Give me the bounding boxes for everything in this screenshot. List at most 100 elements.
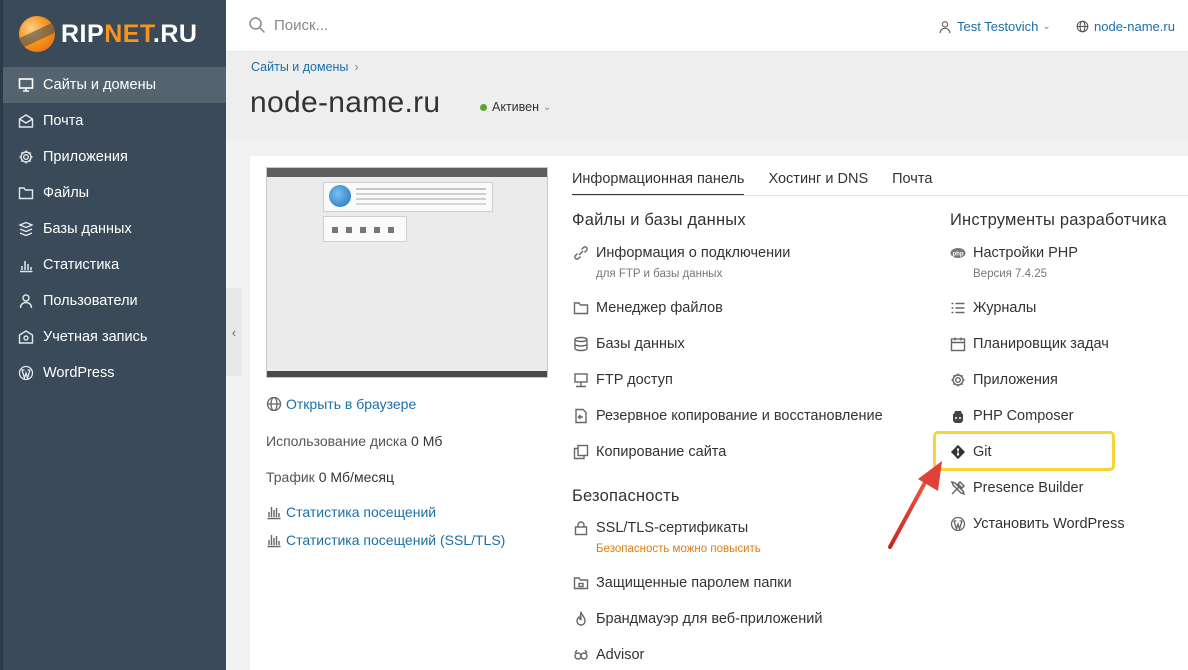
sidebar-item-databases[interactable]: Базы данных <box>3 211 226 247</box>
logs-link[interactable]: Журналы <box>949 299 1036 317</box>
breadcrumb[interactable]: Сайты и домены › <box>251 60 359 74</box>
search-input[interactable]: Поиск... <box>248 16 328 34</box>
git-highlight-box <box>933 431 1115 471</box>
page-title: node-name.ru <box>250 86 441 119</box>
flame-icon <box>572 610 590 628</box>
disk-usage: Использование диска 0 Мб <box>266 433 442 449</box>
sidebar-item-statistics[interactable]: Статистика <box>3 247 226 283</box>
visit-stats-ssl-label: Статистика посещений (SSL/TLS) <box>286 532 506 548</box>
tab-dashboard[interactable]: Информационная панель <box>572 171 745 196</box>
status-label: Активен <box>492 100 540 114</box>
sidebar-nav: Сайты и домены Почта Приложения Файлы Ба… <box>3 67 226 391</box>
advisor-label: Advisor <box>596 647 645 663</box>
file-manager-link[interactable]: Менеджер файлов <box>572 299 723 317</box>
applications-label: Приложения <box>973 372 1058 388</box>
logo-ball-icon <box>19 16 55 52</box>
sidebar-item-files[interactable]: Файлы <box>3 175 226 211</box>
database-icon <box>17 220 35 238</box>
tab-mail[interactable]: Почта <box>892 171 932 196</box>
user-menu[interactable]: Test Testovich ⌄ <box>938 19 1051 34</box>
sidebar-item-label: Файлы <box>43 185 90 201</box>
sidebar-item-users[interactable]: Пользователи <box>3 283 226 319</box>
scheduler-label: Планировщик задач <box>973 336 1109 352</box>
sidebar-item-label: Учетная запись <box>43 329 148 345</box>
ftp-access-link[interactable]: FTP доступ <box>572 371 673 389</box>
logs-label: Журналы <box>973 300 1037 316</box>
sidebar-item-label: Статистика <box>43 257 120 273</box>
tab-hosting-dns[interactable]: Хостинг и DNS <box>768 171 868 196</box>
chevron-down-icon: ⌄ <box>1042 21 1051 32</box>
sidebar-item-label: WordPress <box>43 365 115 381</box>
ssl-certificates-link[interactable]: SSL/TLS-сертификаты <box>572 519 748 537</box>
protected-folders-label: Защищенные паролем папки <box>596 575 792 591</box>
sidebar-item-apps[interactable]: Приложения <box>3 139 226 175</box>
databases-link[interactable]: Базы данных <box>572 335 685 353</box>
ftp-icon <box>572 371 590 389</box>
protected-folders-link[interactable]: Защищенные паролем папки <box>572 574 792 592</box>
copy-icon <box>572 443 590 461</box>
connection-info-link[interactable]: Информация о подключении <box>572 244 790 262</box>
visit-stats-ssl-link[interactable]: Статистика посещений (SSL/TLS) <box>266 532 505 548</box>
tab-bar: Информационная панель Хостинг и DNS Почт… <box>572 171 956 196</box>
calendar-icon <box>949 335 967 353</box>
chart-icon <box>266 532 282 548</box>
advisor-link[interactable]: Advisor <box>572 646 644 664</box>
php-composer-link[interactable]: PHP Composer <box>949 407 1073 425</box>
user-icon <box>939 20 951 33</box>
logo-text: RIPNET.RU <box>61 19 198 48</box>
tools-icon <box>949 479 967 497</box>
ssl-certificates-label: SSL/TLS-сертификаты <box>596 520 749 536</box>
site-copy-link[interactable]: Копирование сайта <box>572 443 726 461</box>
protected-folder-icon <box>572 574 590 592</box>
sidebar-item-label: Базы данных <box>43 221 132 237</box>
security-section-title: Безопасность <box>572 487 680 505</box>
folder-icon <box>572 299 590 317</box>
file-manager-label: Менеджер файлов <box>596 300 723 316</box>
scheduler-link[interactable]: Планировщик задач <box>949 335 1109 353</box>
wordpress-icon <box>17 364 35 382</box>
disk-usage-value: 0 Мб <box>411 433 443 449</box>
mail-icon <box>17 112 35 130</box>
open-in-browser-label: Открыть в браузере <box>286 396 417 412</box>
logo[interactable]: RIPNET.RU <box>19 14 197 54</box>
preview-bottom-bar <box>267 371 547 377</box>
ssl-warning[interactable]: Безопасность можно повысить <box>596 543 761 555</box>
globe-icon <box>266 396 282 412</box>
presence-builder-link[interactable]: Presence Builder <box>949 479 1083 497</box>
sidebar-item-wordpress[interactable]: WordPress <box>3 355 226 391</box>
databases-label: Базы данных <box>596 336 685 352</box>
backup-link[interactable]: Резервное копирование и восстановление <box>572 407 883 425</box>
sidebar-collapse-button[interactable]: ‹ <box>226 288 242 376</box>
waf-link[interactable]: Брандмауэр для веб-приложений <box>572 610 822 628</box>
php-settings-link[interactable]: php Настройки PHP <box>949 244 1078 262</box>
breadcrumb-link[interactable]: Сайты и домены <box>251 60 348 74</box>
advisor-icon <box>572 646 590 664</box>
sidebar-item-account[interactable]: Учетная запись <box>3 319 226 355</box>
status-badge[interactable]: Активен ⌄ <box>480 100 551 114</box>
sidebar-item-mail[interactable]: Почта <box>3 103 226 139</box>
backup-label: Резервное копирование и восстановление <box>596 408 883 424</box>
preview-box <box>323 216 407 242</box>
open-in-browser-link[interactable]: Открыть в браузере <box>266 396 416 412</box>
search-icon <box>249 17 266 34</box>
preview-dialog <box>323 182 493 212</box>
sidebar-item-sites[interactable]: Сайты и домены <box>3 67 226 103</box>
visit-stats-link[interactable]: Статистика посещений <box>266 504 436 520</box>
sidebar-item-label: Сайты и домены <box>43 77 157 93</box>
install-wordpress-link[interactable]: Установить WordPress <box>949 515 1125 533</box>
connection-info-label: Информация о подключении <box>596 245 791 261</box>
traffic-value: 0 Мб/месяц <box>318 469 394 485</box>
globe-icon <box>1076 20 1089 33</box>
wordpress-icon <box>949 515 967 533</box>
visit-stats-label: Статистика посещений <box>286 504 437 520</box>
sidebar-item-label: Пользователи <box>43 293 138 309</box>
account-icon <box>17 328 35 346</box>
preview-text-lines <box>356 188 486 190</box>
chart-icon <box>266 504 282 520</box>
domain-link-label: node-name.ru <box>1094 19 1175 34</box>
site-preview-thumbnail[interactable] <box>266 167 548 378</box>
tabs-divider <box>572 195 1188 196</box>
domain-link[interactable]: node-name.ru <box>1076 19 1175 34</box>
top-bar: Поиск... Test Testovich ⌄ node-name.ru <box>226 0 1188 52</box>
applications-link[interactable]: Приложения <box>949 371 1058 389</box>
